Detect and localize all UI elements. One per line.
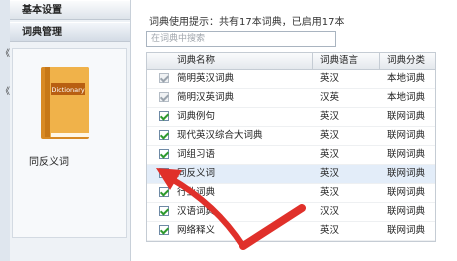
dictionary-category: 本地词典 — [387, 73, 426, 84]
main-content: 词典使用提示：共有17本词典，已启用17本 词典名称 词典语言 词典分类 简明英… — [131, 0, 457, 261]
dictionary-panel: Dictionary 同反义词 — [12, 48, 127, 238]
dictionary-language: 英汉 — [320, 73, 340, 84]
tab-basic-settings[interactable]: 基本设置 — [10, 0, 130, 20]
dictionary-category: 联网词典 — [387, 149, 426, 160]
dictionary-name: 简明汉英词典 — [177, 92, 235, 103]
table-row[interactable]: 词组习语 英汉 联网词典 — [147, 146, 435, 165]
dictionary-name: 词组习语 — [177, 149, 216, 160]
column-divider — [379, 53, 380, 69]
table-row[interactable]: 网络释义 英汉 联网词典 — [147, 222, 435, 241]
edge-mark: 《 — [1, 87, 11, 97]
header-category[interactable]: 词典分类 — [387, 53, 425, 69]
search-input[interactable] — [147, 32, 335, 46]
enable-checkbox[interactable] — [159, 187, 169, 197]
dictionary-language: 汉英 — [320, 92, 340, 103]
search-box — [146, 31, 336, 47]
dictionary-category: 联网词典 — [387, 206, 426, 217]
dictionary-name: 词典例句 — [177, 111, 216, 122]
dictionary-table: 词典名称 词典语言 词典分类 简明英汉词典 英汉 本地词典 简明汉英词典 汉英 本地词典词… — [146, 52, 436, 242]
dictionary-name: 简明英汉词典 — [177, 73, 235, 84]
enable-checkbox[interactable] — [159, 149, 169, 159]
edge-mark: 《 — [1, 49, 11, 59]
dictionary-name: 同义词辨析 — [177, 241, 225, 242]
settings-sidebar: 基本设置 词典管理 Dictionary 同反义词 — [10, 0, 131, 261]
dictionary-language: 英汉 — [320, 225, 340, 236]
table-row[interactable]: 词典例句 英汉 联网词典 — [147, 108, 435, 127]
table-header: 词典名称 词典语言 词典分类 — [147, 53, 435, 70]
dictionary-name: 现代英汉综合大词典 — [177, 130, 263, 141]
dictionary-item-label: 同反义词 — [29, 157, 69, 168]
table-row[interactable]: 简明汉英词典 汉英 本地词典 — [147, 89, 435, 108]
table-row[interactable]: 汉语词典 汉汉 联网词典 — [147, 203, 435, 222]
dictionary-category: 联网词典 — [387, 225, 426, 236]
enable-checkbox — [159, 92, 169, 102]
enable-checkbox[interactable] — [159, 111, 169, 121]
tab-dictionary-management[interactable]: 词典管理 — [10, 22, 130, 42]
enable-checkbox — [159, 73, 169, 83]
dictionary-language: 英汉 — [320, 168, 340, 179]
table-row[interactable]: 简明英汉词典 英汉 本地词典 — [147, 70, 435, 89]
enable-checkbox[interactable] — [159, 225, 169, 235]
dictionary-category: 本地词典 — [387, 92, 426, 103]
dictionary-language: 英汉 — [320, 187, 340, 198]
dictionary-language: 英汉 — [320, 130, 340, 141]
dictionary-name: 同反义词 — [177, 168, 216, 179]
dictionary-book-icon[interactable]: Dictionary — [35, 63, 95, 143]
dictionary-name: 行业词典 — [177, 187, 216, 198]
dictionary-category: 联网词典 — [387, 241, 425, 242]
table-row[interactable]: 现代英汉综合大词典 英汉 联网词典 — [147, 127, 435, 146]
header-language[interactable]: 词典语言 — [320, 53, 358, 69]
dictionary-language: 英汉 — [320, 149, 340, 160]
table-row[interactable]: 同反义词 英汉 联网词典 — [147, 165, 435, 184]
dictionary-name: 网络释义 — [177, 225, 216, 236]
header-name[interactable]: 词典名称 — [177, 53, 215, 69]
table-row[interactable]: 行业词典 英汉 联网词典 — [147, 184, 435, 203]
table-row[interactable]: 同义词辨析 英汉 联网词典 — [147, 241, 436, 242]
dictionary-category: 联网词典 — [387, 111, 426, 122]
dictionary-category: 联网词典 — [387, 187, 426, 198]
enable-checkbox[interactable] — [159, 168, 169, 178]
dictionary-name: 汉语词典 — [177, 206, 216, 217]
column-divider — [312, 53, 313, 69]
dictionary-hint: 词典使用提示：共有17本词典，已启用17本 — [149, 17, 345, 28]
dictionary-language: 英汉 — [320, 111, 340, 122]
dictionary-language: 汉汉 — [320, 206, 340, 217]
book-title: Dictionary — [51, 86, 84, 94]
dictionary-category: 联网词典 — [387, 130, 426, 141]
dictionary-language: 英汉 — [320, 241, 339, 242]
enable-checkbox[interactable] — [159, 130, 169, 140]
enable-checkbox[interactable] — [159, 206, 169, 216]
dictionary-category: 联网词典 — [387, 168, 426, 179]
